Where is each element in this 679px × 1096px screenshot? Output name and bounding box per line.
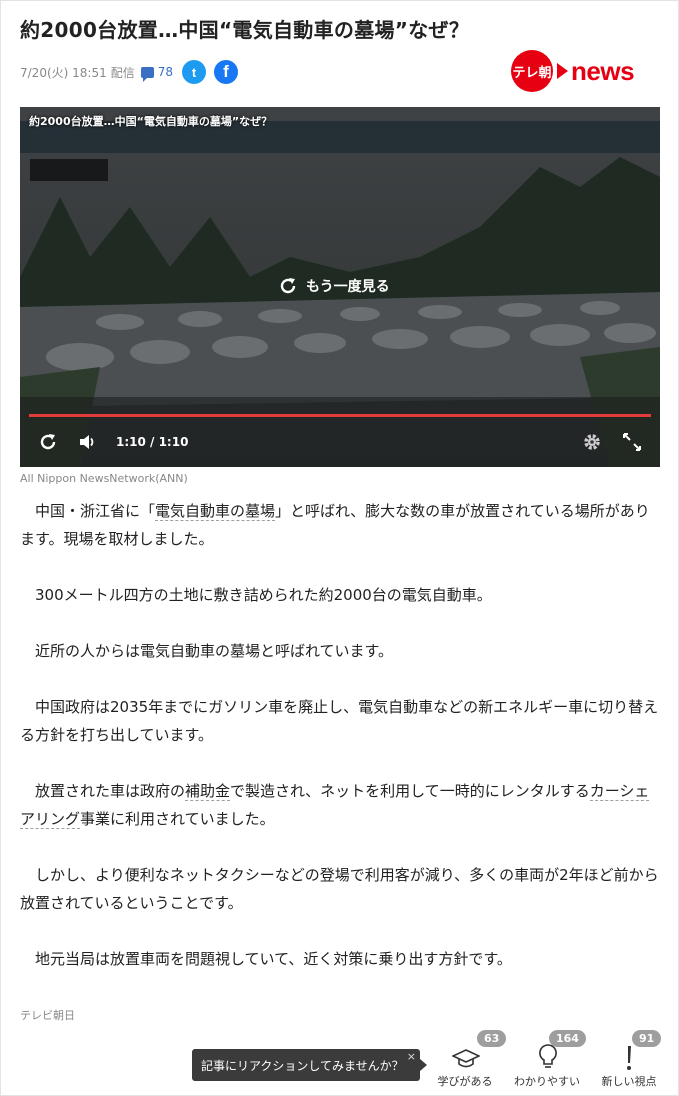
reaction-label: 学びがある	[437, 1075, 493, 1088]
replay-button[interactable]: もう一度見る	[278, 276, 390, 296]
paragraph: 中国・浙江省に「電気自動車の墓場」と呼ばれ、膨大な数の車が放置されている場所があ…	[20, 497, 662, 553]
video-credit: All Nippon NewsNetwork(ANN)	[20, 472, 188, 485]
reaction-clear-button[interactable]: 164 わかりやすい	[505, 1030, 589, 1090]
facebook-icon: f	[223, 62, 229, 81]
reaction-count: 164	[549, 1030, 586, 1047]
comment-link[interactable]: 78	[140, 65, 174, 82]
article-body: 中国・浙江省に「電気自動車の墓場」と呼ばれ、膨大な数の車が放置されている場所があ…	[20, 497, 662, 973]
paragraph: 近所の人からは電気自動車の墓場と呼ばれています。	[35, 642, 394, 660]
paragraph: しかし、より便利なネットタクシーなどの登場で利用客が減り、多くの車両が2年ほど前…	[20, 866, 659, 912]
reaction-prompt-text: 記事にリアクションしてみませんか？	[201, 1058, 404, 1073]
publish-date: 7/20(火) 18:51	[20, 65, 107, 80]
gear-icon	[584, 434, 600, 450]
text: で製造され、ネットを利用して一時的にレンタルする	[230, 782, 590, 800]
restart-icon	[40, 434, 56, 450]
facebook-share-button[interactable]: f	[214, 60, 239, 84]
replay-icon	[280, 278, 296, 294]
volume-icon	[80, 435, 94, 449]
video-time: 1:10 / 1:10	[116, 435, 189, 449]
article-source: テレビ朝日	[20, 1009, 75, 1022]
reaction-new-perspective-button[interactable]: 91 新しい視点	[587, 1030, 671, 1090]
paragraph: 300メートル四方の土地に敷き詰められた約2000台の電気自動車。	[35, 586, 492, 604]
article-title: 約2000台放置…中国“電気自動車の墓場”なぜ？	[20, 18, 470, 42]
progress-bar[interactable]	[29, 414, 651, 417]
text: 中国・浙江省に「	[35, 502, 156, 520]
exclamation-icon	[627, 1046, 631, 1070]
settings-button[interactable]	[582, 432, 602, 452]
reaction-label: 新しい視点	[601, 1075, 657, 1088]
fullscreen-icon	[623, 433, 641, 451]
graduation-cap-icon	[452, 1049, 480, 1068]
paragraph: 中国政府は2035年までにガソリン車を廃止し、電気自動車などの新エネルギー車に切…	[20, 698, 659, 744]
keyword-link-subsidy[interactable]: 補助金	[185, 782, 231, 801]
article-meta: 7/20(火) 18:51 配信 78 t f	[20, 60, 239, 84]
twitter-icon: t	[191, 64, 197, 80]
reaction-count: 91	[632, 1030, 662, 1047]
brand-badge: テレ朝	[511, 50, 553, 92]
text: 放置された車は政府の	[35, 782, 186, 800]
comment-count: 78	[157, 65, 174, 79]
reaction-count: 63	[477, 1030, 507, 1047]
reaction-learn-button[interactable]: 63 学びがある	[423, 1030, 507, 1090]
text: 事業に利用されていました。	[80, 810, 275, 828]
comment-icon	[140, 66, 154, 82]
video-title: 約2000台放置…中国“電気自動車の墓場”なぜ？	[29, 115, 273, 128]
close-icon[interactable]: ×	[407, 1050, 416, 1063]
reaction-label: わかりやすい	[514, 1075, 580, 1088]
brand-arrow-icon	[557, 63, 568, 79]
paragraph: 放置された車は政府の補助金で製造され、ネットを利用して一時的にレンタルするカーシ…	[20, 777, 662, 833]
keyword-link-ev-graveyard[interactable]: 電気自動車の墓場	[155, 502, 276, 521]
twitter-share-button[interactable]: t	[182, 60, 207, 84]
volume-button[interactable]	[78, 432, 98, 452]
brand-word: news	[571, 55, 635, 86]
fullscreen-button[interactable]	[622, 432, 642, 452]
tv-asahi-news-logo[interactable]: テレ朝 news	[511, 50, 635, 92]
reaction-prompt-tooltip: 記事にリアクションしてみませんか？ ×	[192, 1049, 427, 1081]
replay-label: もう一度見る	[306, 279, 390, 295]
paragraph: 地元当局は放置車両を問題視していて、近く対策に乗り出す方針です。	[35, 950, 512, 968]
restart-button[interactable]	[38, 432, 58, 452]
delivery-label: 配信	[110, 65, 135, 80]
lightbulb-icon	[539, 1044, 557, 1068]
video-player[interactable]: 約2000台放置…中国“電気自動車の墓場”なぜ？ もう一度見る 1:10 / 1…	[20, 107, 660, 467]
